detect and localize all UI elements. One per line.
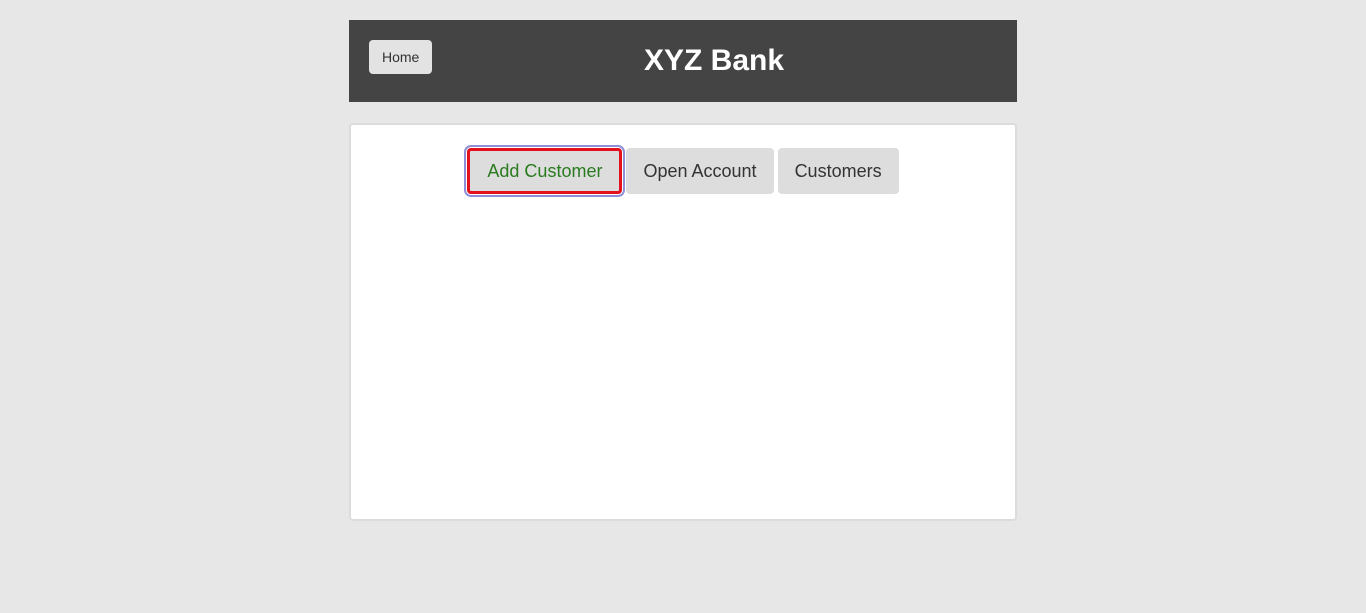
page-title: XYZ Bank [643,44,785,77]
open-account-button[interactable]: Open Account [626,148,774,194]
tab-bar: Add Customer Open Account Customers [351,145,1015,197]
main-panel: Add Customer Open Account Customers [349,123,1017,521]
customers-button[interactable]: Customers [777,148,899,194]
add-customer-button[interactable]: Add Customer [464,145,626,197]
header-bar: Home XYZ Bank [349,20,1017,102]
bank-app: Home XYZ Bank Add Customer Open Account … [349,20,1017,521]
